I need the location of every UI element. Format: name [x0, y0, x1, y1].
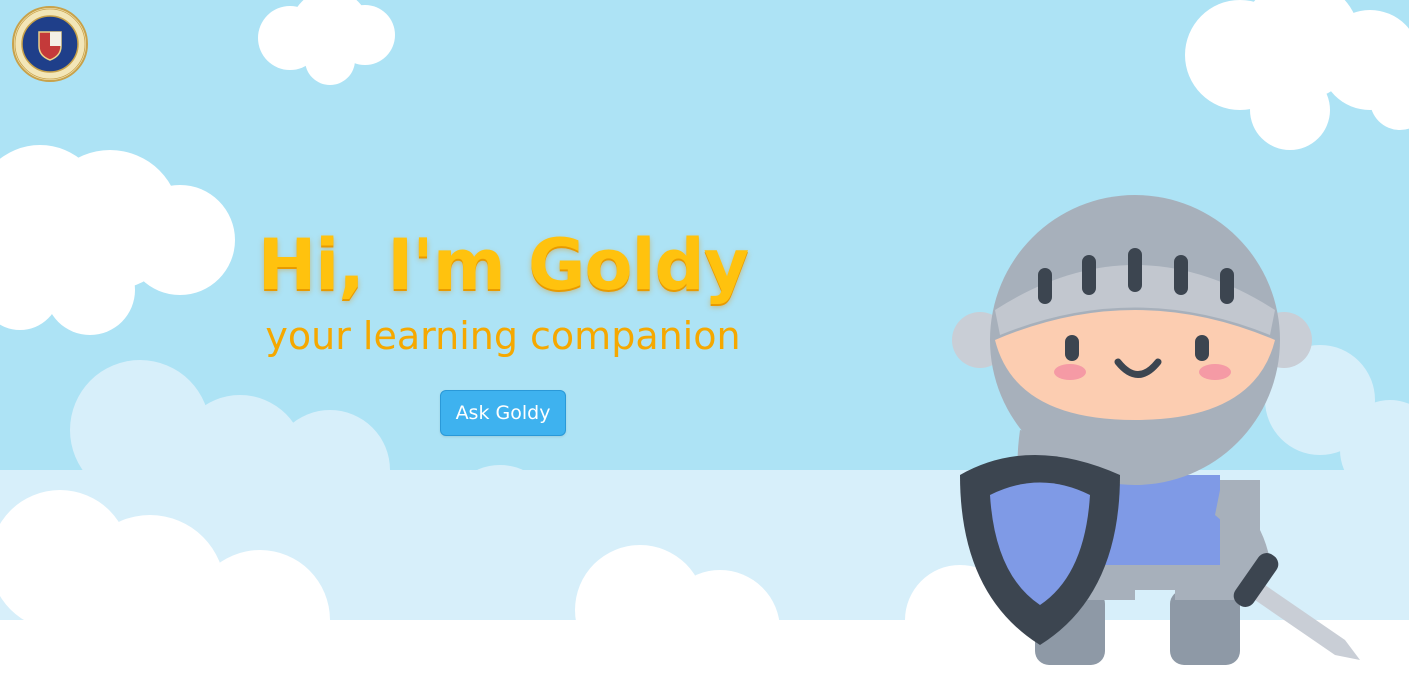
sword-blade	[1255, 585, 1360, 660]
hero-subtitle: your learning companion	[265, 314, 741, 358]
knight-mascot-illustration	[952, 195, 1360, 665]
hero-section: Hi, I'm Goldy your learning companion As…	[200, 222, 806, 436]
knight-left-eye	[1065, 335, 1079, 361]
school-seal-logo	[12, 6, 88, 82]
knight-right-leg	[1170, 590, 1240, 665]
cloud-top-right	[1185, 0, 1409, 150]
ask-goldy-button[interactable]: Ask Goldy	[440, 390, 566, 436]
cloud-top-center	[258, 0, 395, 85]
hero-title: Hi, I'm Goldy	[257, 224, 750, 306]
knight-right-eye	[1195, 335, 1209, 361]
